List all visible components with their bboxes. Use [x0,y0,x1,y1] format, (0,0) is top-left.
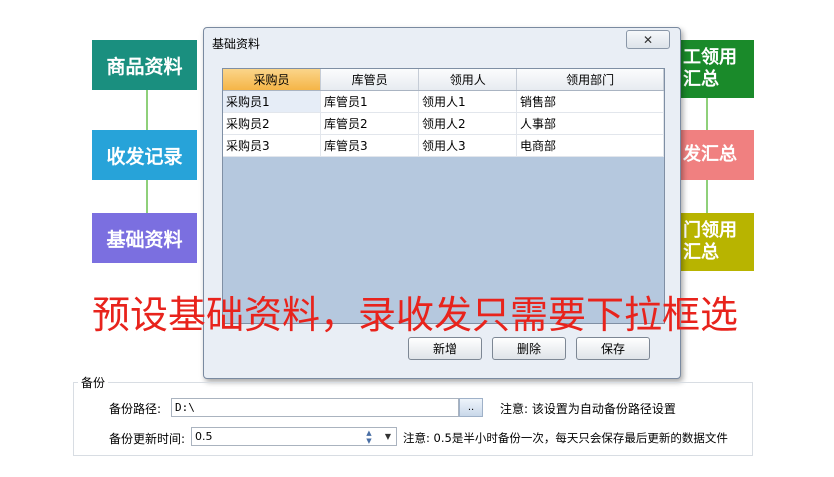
table-cell[interactable]: 领用人3 [419,135,517,156]
flow-box-basic-info[interactable]: 基础资料 [92,213,197,263]
backup-path-input[interactable]: D:\ [171,398,459,417]
flow-connector [706,98,708,130]
interval-stepper[interactable]: ▲ ▼ [360,427,378,446]
dropdown-arrow-icon: ▼ [384,432,392,441]
table-cell[interactable]: 销售部 [517,91,664,112]
overlay-caption: 预设基础资料，录收发只需要下拉框选 [92,293,739,337]
column-header-purchaser[interactable]: 采购员 [223,69,322,90]
interval-dropdown-button[interactable]: ▼ [379,427,397,446]
column-header-warehouse-keeper[interactable]: 库管员 [321,69,420,90]
flow-box-department-usage-summary[interactable]: 门领用 汇总 [677,213,754,271]
backup-legend: 备份 [78,374,109,391]
backup-interval-label: 备份更新时间: [109,432,186,446]
backup-interval-note: 注意: 0.5是半小时备份一次，每天只会保存最后更新的数据文件 [403,431,728,445]
chevron-down-icon[interactable]: ▼ [366,437,371,445]
table-cell[interactable]: 电商部 [517,135,664,156]
column-header-recipient[interactable]: 领用人 [419,69,518,90]
flow-box-send-receive-summary[interactable]: 发汇总 [677,130,754,180]
delete-button[interactable]: 删除 [492,337,566,360]
table-cell[interactable]: 采购员1 [223,91,321,112]
table-row[interactable]: 采购员2 库管员2 领用人2 人事部 [223,113,664,135]
column-header-department[interactable]: 领用部门 [517,69,664,90]
chevron-up-icon[interactable]: ▲ [366,429,371,437]
table-cell[interactable]: 采购员2 [223,113,321,134]
table-cell[interactable]: 领用人2 [419,113,517,134]
save-button[interactable]: 保存 [576,337,650,360]
flow-connector [146,90,148,130]
close-button[interactable]: ✕ [626,30,670,49]
close-icon: ✕ [642,32,654,47]
flow-box-product-info[interactable]: 商品资料 [92,40,197,90]
flow-connector [706,180,708,213]
table-row[interactable]: 采购员1 库管员1 领用人1 销售部 [223,91,664,113]
dialog-title: 基础资料 [212,37,261,51]
grid-header: 采购员 库管员 领用人 领用部门 [223,69,664,91]
table-cell[interactable]: 领用人1 [419,91,517,112]
table-row[interactable]: 采购员3 库管员3 领用人3 电商部 [223,135,664,157]
backup-path-label: 备份路径: [109,402,162,416]
browse-button[interactable]: .. [459,398,483,417]
table-cell[interactable]: 库管员2 [321,113,419,134]
table-cell[interactable]: 采购员3 [223,135,321,156]
table-cell[interactable]: 库管员1 [321,91,419,112]
table-cell[interactable]: 人事部 [517,113,664,134]
flow-connector [146,180,148,213]
add-button[interactable]: 新增 [408,337,482,360]
flow-box-transaction-records[interactable]: 收发记录 [92,130,197,180]
table-cell[interactable]: 库管员3 [321,135,419,156]
flow-box-employee-usage-summary[interactable]: 工领用 汇总 [677,40,754,98]
backup-path-note: 注意: 该设置为自动备份路径设置 [500,402,676,416]
